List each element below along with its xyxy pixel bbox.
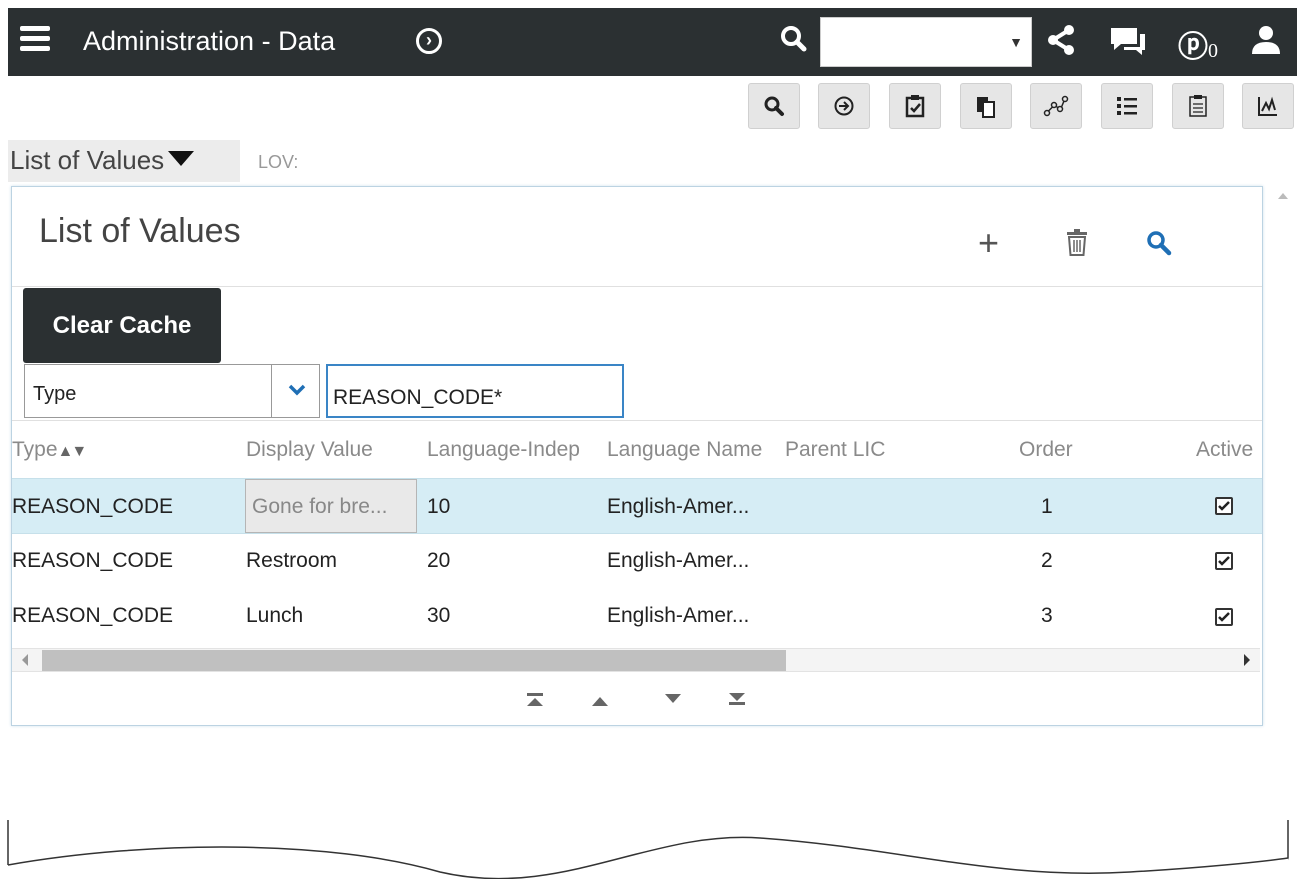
column-header-language-name[interactable]: Language Name — [607, 438, 780, 462]
cell-display-value[interactable]: Restroom — [246, 549, 337, 573]
torn-edge-decoration — [0, 820, 1297, 879]
query-field-value: Type — [33, 383, 77, 405]
query-field-select[interactable]: Type — [24, 364, 320, 418]
search-icon[interactable] — [776, 22, 812, 58]
column-header-parent-lic[interactable]: Parent LIC — [785, 438, 935, 462]
active-checkbox[interactable] — [1215, 497, 1233, 515]
active-checkbox[interactable] — [1215, 608, 1233, 626]
notifications-icon[interactable]: ⓟ0 — [1178, 22, 1218, 66]
add-record-icon[interactable]: + — [978, 225, 999, 261]
divider — [12, 286, 1262, 287]
view-selector[interactable]: List of Values — [10, 145, 195, 176]
search-icon[interactable] — [1146, 230, 1172, 256]
trash-icon[interactable] — [1064, 228, 1090, 258]
chevron-down-icon[interactable] — [287, 383, 307, 397]
divider — [12, 420, 1262, 421]
sort-arrows-icon[interactable]: ▲▼ — [58, 443, 86, 460]
chat-icon[interactable] — [1108, 22, 1148, 58]
cell-language[interactable]: English-Amer... — [607, 549, 749, 573]
clipboard-check-icon — [905, 95, 925, 118]
caret-down-icon — [168, 151, 195, 166]
toolbar-chart-button[interactable] — [1242, 83, 1294, 129]
first-record-icon[interactable] — [525, 690, 545, 708]
cell-lic[interactable]: 10 — [427, 495, 450, 519]
previous-record-icon[interactable] — [590, 690, 610, 708]
applet-title: List of Values — [39, 212, 241, 250]
cell-order[interactable]: 3 — [1041, 604, 1053, 628]
toolbar-tasks-button[interactable] — [889, 83, 941, 129]
copy-icon — [977, 97, 995, 118]
app-header: Administration - Data › ▼ ⓟ0 — [8, 8, 1297, 76]
cell-lic[interactable]: 30 — [427, 604, 450, 628]
notification-count: 0 — [1208, 40, 1218, 62]
checkmark-icon — [1218, 612, 1230, 622]
dropdown-caret-icon: ▼ — [1009, 34, 1023, 50]
user-icon[interactable] — [1248, 22, 1284, 58]
scroll-up-icon[interactable] — [1278, 193, 1288, 199]
column-header-language-independent-code[interactable]: Language-Indep — [427, 438, 600, 462]
breadcrumb-sub-label: LOV: — [258, 152, 299, 172]
toolbar-list-button[interactable] — [1101, 83, 1153, 129]
cell-type[interactable]: REASON_CODE — [12, 495, 173, 519]
last-record-icon[interactable] — [727, 690, 747, 708]
chart-icon — [1258, 96, 1277, 116]
cell-display-value-editor[interactable]: Gone for bre... — [245, 479, 417, 533]
cell-language[interactable]: English-Amer... — [607, 495, 749, 519]
notes-icon — [1189, 95, 1207, 117]
cell-type[interactable]: REASON_CODE — [12, 604, 173, 628]
toolbar-go-button[interactable] — [818, 83, 870, 129]
scrollbar-thumb[interactable] — [42, 650, 786, 671]
column-header-type[interactable]: Type▲▼ — [12, 438, 85, 462]
list-icon — [1117, 97, 1137, 115]
cell-language[interactable]: English-Amer... — [607, 604, 749, 628]
select-divider — [271, 365, 272, 417]
cell-display-value[interactable]: Lunch — [246, 604, 303, 628]
cell-lic[interactable]: 20 — [427, 549, 450, 573]
network-icon — [1043, 95, 1069, 117]
next-record-icon[interactable] — [663, 690, 683, 708]
toolbar-search-button[interactable] — [748, 83, 800, 129]
column-header-label: Type — [12, 438, 58, 461]
cell-order[interactable]: 1 — [1041, 495, 1053, 519]
checkmark-icon — [1218, 556, 1230, 566]
search-scope-select[interactable]: ▼ — [820, 17, 1032, 67]
toolbar-copy-button[interactable] — [960, 83, 1012, 129]
cell-type[interactable]: REASON_CODE — [12, 549, 173, 573]
horizontal-scrollbar[interactable] — [12, 648, 1260, 672]
clear-cache-button[interactable]: Clear Cache — [23, 288, 221, 363]
scroll-right-icon[interactable] — [1244, 654, 1250, 666]
navigate-icon[interactable]: › — [416, 28, 442, 54]
menu-icon[interactable] — [20, 26, 50, 56]
checkmark-icon — [1218, 501, 1230, 511]
query-value-input[interactable] — [326, 364, 624, 418]
scroll-left-icon[interactable] — [22, 654, 28, 666]
view-name: List of Values — [10, 145, 165, 175]
active-checkbox[interactable] — [1215, 552, 1233, 570]
search-icon — [764, 96, 784, 116]
column-header-display-value[interactable]: Display Value — [246, 438, 416, 462]
column-header-active[interactable]: Active — [1196, 438, 1253, 462]
column-header-order[interactable]: Order — [1019, 438, 1073, 462]
toolbar-notes-button[interactable] — [1172, 83, 1224, 129]
toolbar-relations-button[interactable] — [1030, 83, 1082, 129]
share-icon[interactable] — [1043, 22, 1079, 58]
cell-order[interactable]: 2 — [1041, 549, 1053, 573]
app-title: Administration - Data — [83, 26, 336, 56]
go-arrow-icon — [834, 96, 854, 116]
